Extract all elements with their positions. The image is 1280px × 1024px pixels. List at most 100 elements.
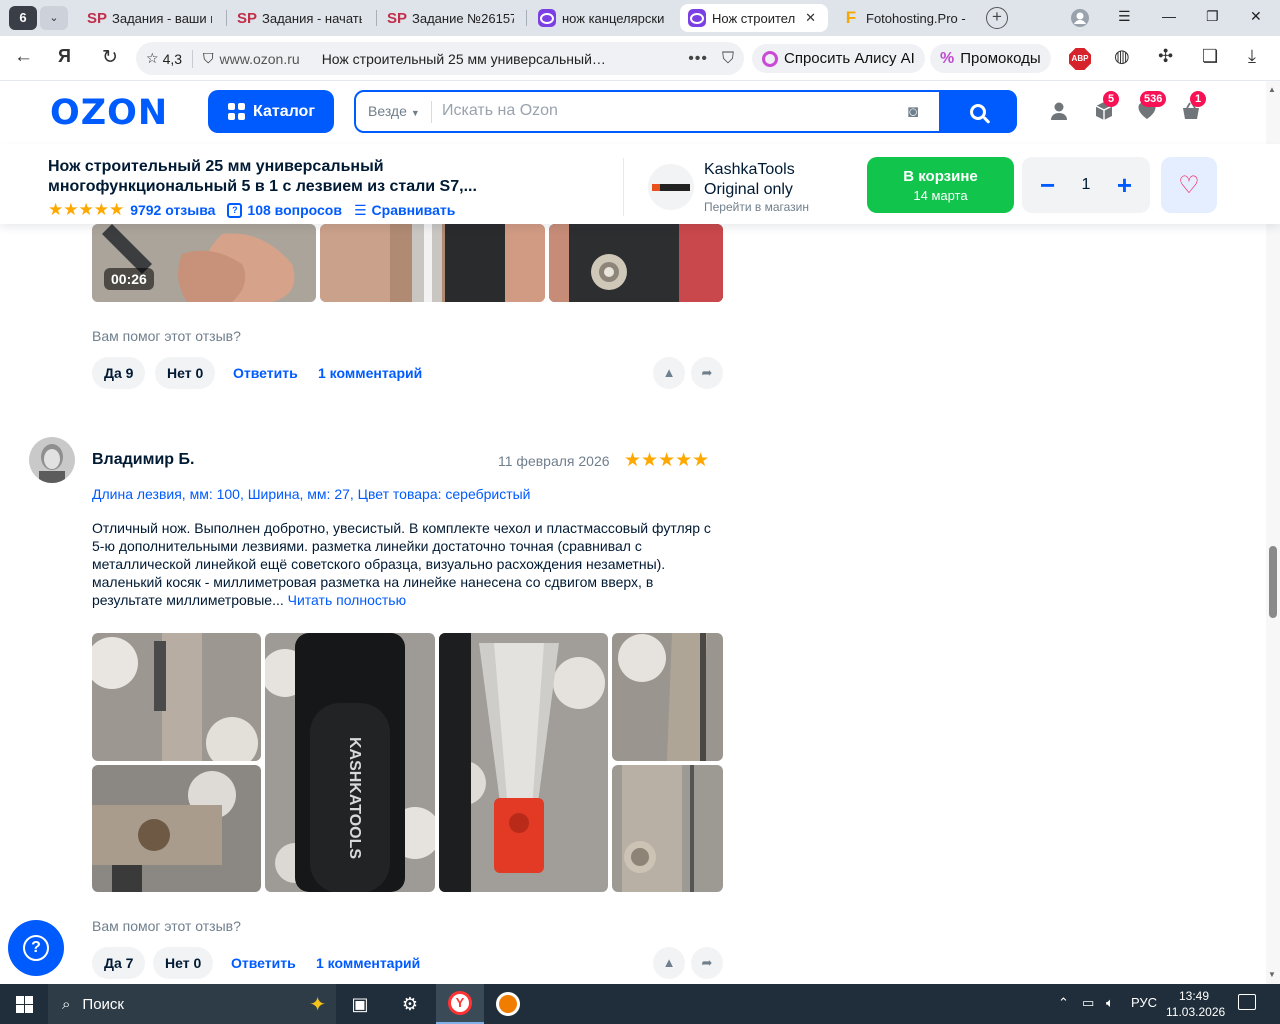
review-variant[interactable]: Длина лезвия, мм: 100, Ширина, мм: 27, Ц…	[92, 486, 531, 502]
minimize-icon[interactable]: —	[1162, 8, 1176, 24]
scroll-up-icon[interactable]: ▲	[1268, 85, 1276, 94]
store-name[interactable]: KashkaTools Original only	[704, 160, 795, 200]
shield-icon[interactable]: ⛉	[203, 50, 214, 67]
vote-no-button[interactable]: Нет 0	[153, 947, 214, 979]
profile-icon[interactable]	[1070, 8, 1090, 31]
review-photo[interactable]	[612, 633, 723, 761]
yandex-browser-icon[interactable]: Y	[436, 984, 484, 1024]
ozon-favicon-icon	[688, 9, 706, 27]
alice-button[interactable]: Спросить Алису AI	[752, 44, 925, 73]
in-cart-button[interactable]: В корзине 14 марта	[867, 157, 1014, 213]
more-dots-icon[interactable]: •••	[688, 50, 708, 68]
globe-icon[interactable]: ◍	[1114, 46, 1130, 67]
extensions-icon[interactable]: ✣	[1158, 46, 1173, 67]
url-field[interactable]: ☆ 4,3 ⛉ www.ozon.ru Нож строительный 25 …	[136, 42, 744, 75]
download-icon[interactable]: ⤓	[1248, 46, 1256, 67]
vote-yes-button[interactable]: Да 9	[92, 357, 146, 389]
search-button[interactable]	[939, 90, 1017, 133]
chevron-down-icon[interactable]: ⌄	[40, 6, 68, 30]
compare-link[interactable]: ☰ Сравнивать	[354, 202, 455, 219]
store-link[interactable]: Перейти в магазин	[704, 200, 809, 214]
tab-5-active[interactable]: Нож строител ✕	[680, 4, 828, 32]
close-icon[interactable]: ✕	[805, 10, 816, 26]
share-arrow-icon[interactable]: ➦	[691, 357, 723, 389]
new-tab-button[interactable]: +	[986, 7, 1008, 29]
tab-1[interactable]: SP Задания - ваши и	[80, 4, 220, 32]
scroll-down-icon[interactable]: ▼	[1268, 970, 1276, 979]
share-arrow-icon[interactable]: ➦	[691, 947, 723, 979]
vote-no-button[interactable]: Нет 0	[155, 357, 216, 389]
favorites-heart-icon[interactable]: 536	[1136, 91, 1167, 123]
reviews-link[interactable]: 9792 отзыва	[130, 202, 215, 218]
tray-chevron-icon[interactable]: ⌃	[1058, 995, 1069, 1011]
helpful-prompt: Вам помог этот отзыв?	[92, 918, 241, 934]
tab-4[interactable]: нож канцелярски	[530, 4, 674, 32]
scrollbar-thumb[interactable]	[1269, 546, 1277, 618]
camera-icon[interactable]: ◙	[908, 102, 918, 122]
windows-start-icon[interactable]	[16, 996, 33, 1013]
site-rating[interactable]: ☆ 4,3	[146, 50, 182, 67]
catalog-button[interactable]: Каталог	[208, 90, 334, 133]
rating-stars: ★★★★★	[48, 200, 125, 219]
volume-icon[interactable]: 🔈︎	[1106, 995, 1114, 1011]
notification-icon[interactable]	[1238, 994, 1256, 1010]
review-video-thumbnail[interactable]: 00:26	[92, 224, 316, 302]
orders-box-icon[interactable]: 5	[1093, 91, 1119, 123]
adblock-icon[interactable]: ABP	[1069, 48, 1091, 70]
back-arrow-icon[interactable]: ←	[14, 46, 33, 68]
review-photo[interactable]	[92, 765, 261, 892]
sp-favicon-icon: SP	[237, 9, 258, 27]
network-icon[interactable]: ▭	[1082, 995, 1094, 1011]
vote-yes-button[interactable]: Да 7	[92, 947, 146, 979]
tab-6[interactable]: F Fotohosting.Pro -	[834, 4, 974, 32]
search-input[interactable]: Искать на Ozon	[442, 102, 558, 120]
reply-link[interactable]: Ответить	[231, 947, 296, 979]
settings-gear-icon[interactable]: ⚙	[386, 984, 434, 1024]
ozon-logo[interactable]: OZON	[50, 93, 168, 133]
window-close-icon[interactable]: ✕	[1250, 8, 1262, 25]
favorite-heart-button[interactable]: ♡	[1161, 157, 1217, 213]
clock[interactable]: 13:49 11.03.2026	[1166, 988, 1225, 1020]
store-logo[interactable]	[648, 164, 694, 210]
comments-link[interactable]: 1 комментарий	[316, 947, 420, 979]
review-photo-blades[interactable]	[439, 633, 608, 892]
url-page-title: Нож строительный 25 мм универсальный…	[321, 50, 606, 67]
restore-icon[interactable]: ❐	[1206, 8, 1219, 25]
comments-link[interactable]: 1 комментарий	[318, 357, 422, 389]
review-photo[interactable]	[92, 633, 261, 761]
help-button[interactable]: ?	[8, 920, 64, 976]
alice-icon	[762, 50, 778, 67]
taskbar-search[interactable]: ⌕ Поиск ✦	[48, 984, 336, 1024]
report-warning-icon[interactable]: ▲	[653, 357, 685, 389]
yandex-icon[interactable]: Я	[58, 46, 71, 67]
sp-favicon-icon: SP	[387, 9, 408, 27]
review-photo-case[interactable]: KASHKATOOLS	[265, 633, 435, 892]
bookmark-icon[interactable]: ⛉	[722, 50, 734, 68]
review-photo[interactable]	[549, 224, 723, 302]
review-date: 11 февраля 2026	[498, 453, 610, 469]
product-title: Нож строительный 25 мм универсальный мно…	[48, 158, 477, 195]
search-scope-select[interactable]: Везде ▼	[368, 103, 420, 119]
cart-basket-icon[interactable]: 1	[1180, 91, 1206, 123]
tab-2[interactable]: SP Задания - начаты	[230, 4, 370, 32]
language-indicator[interactable]: РУС	[1131, 995, 1157, 1010]
ok-app-icon[interactable]	[484, 984, 532, 1024]
collections-icon[interactable]: ❏	[1202, 46, 1218, 67]
task-view-icon[interactable]: ▣	[336, 984, 384, 1024]
tab-count-button[interactable]: 6	[9, 6, 37, 30]
minus-button[interactable]: −	[1040, 170, 1055, 201]
profile-user-icon[interactable]	[1048, 101, 1070, 123]
plus-button[interactable]: +	[1117, 170, 1132, 201]
promo-button[interactable]: % Промокоды	[930, 44, 1051, 73]
avatar	[29, 437, 75, 483]
review-author[interactable]: Владимир Б.	[92, 451, 194, 469]
report-warning-icon[interactable]: ▲	[653, 947, 685, 979]
reply-link[interactable]: Ответить	[233, 357, 298, 389]
read-more-link[interactable]: Читать полностью	[288, 592, 406, 608]
reload-icon[interactable]: ↻	[102, 46, 118, 69]
questions-link[interactable]: ? 108 вопросов	[227, 202, 342, 218]
review-photo[interactable]	[320, 224, 545, 302]
tab-3[interactable]: SP Задание №26157	[380, 4, 522, 32]
menu-icon[interactable]: ☰	[1118, 8, 1131, 25]
review-photo[interactable]	[612, 765, 723, 892]
